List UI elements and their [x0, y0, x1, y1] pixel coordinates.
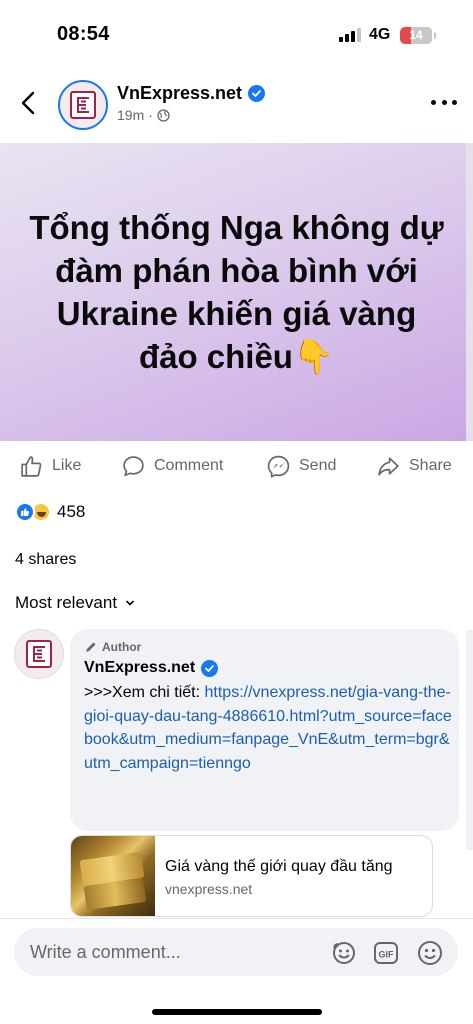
- link-domain: vnexpress.net: [165, 881, 253, 897]
- post-image[interactable]: Tổng thống Nga không dự đàm phán hòa bìn…: [0, 143, 473, 441]
- author-badge: Author: [84, 640, 141, 654]
- share-label: Share: [409, 457, 452, 474]
- gutter: [466, 143, 473, 441]
- send-label: Send: [299, 457, 337, 474]
- gif-icon[interactable]: GIF: [372, 939, 400, 967]
- comment-button[interactable]: Comment: [121, 448, 223, 484]
- gutter: [466, 630, 473, 850]
- emoji-icon[interactable]: [416, 939, 444, 967]
- post-image-text: Tổng thống Nga không dự đàm phán hòa bìn…: [29, 209, 444, 375]
- meta-separator: ·: [148, 107, 153, 123]
- home-indicator: [152, 1009, 322, 1015]
- verified-icon: [201, 659, 219, 677]
- like-reaction-icon: [15, 502, 35, 522]
- comment-author-name: VnExpress.net: [84, 659, 196, 676]
- pencil-icon: [86, 642, 96, 652]
- comment-input[interactable]: Write a comment... GIF: [14, 928, 458, 976]
- post-time: 19m: [117, 107, 145, 123]
- link-preview-card[interactable]: Giá vàng thế giới quay đầu tăng vnexpres…: [70, 835, 433, 917]
- comment-text: >>>Xem chi tiết: https://vnexpress.net/g…: [84, 681, 452, 775]
- vnexpress-logo: [26, 640, 52, 668]
- gold-bars-thumbnail: [71, 836, 155, 916]
- comment-avatar[interactable]: [14, 629, 64, 679]
- send-button[interactable]: Send: [266, 448, 336, 484]
- comment-bubble: Author VnExpress.net >>>Xem chi tiết: ht…: [70, 629, 459, 831]
- battery-icon: 14: [400, 27, 436, 44]
- comment-icon: [123, 455, 144, 476]
- avatar-sticker-icon[interactable]: [330, 939, 358, 967]
- author-tag-label: Author: [102, 640, 142, 654]
- verified-icon: [248, 85, 266, 102]
- battery-level: 14: [409, 28, 423, 42]
- vnexpress-logo: [70, 91, 96, 119]
- link-title: Giá vàng thế giới quay đầu tăng: [165, 858, 393, 875]
- like-icon: [21, 455, 42, 477]
- comment-prefix: >>>Xem chi tiết:: [84, 684, 205, 701]
- reactions-summary[interactable]: 458: [15, 502, 85, 522]
- page-avatar[interactable]: [58, 80, 108, 130]
- like-button[interactable]: Like: [19, 448, 81, 484]
- send-icon: [267, 455, 290, 478]
- post-actions: Like Comment Send Share: [0, 448, 473, 484]
- comment-sort-dropdown[interactable]: Most relevant: [15, 593, 135, 613]
- back-button[interactable]: [14, 88, 44, 118]
- signal-icon: [339, 28, 363, 42]
- share-icon: [378, 456, 399, 476]
- like-label: Like: [52, 457, 82, 474]
- network-type: 4G: [369, 26, 391, 43]
- comment-placeholder: Write a comment...: [30, 942, 181, 962]
- comment-author[interactable]: VnExpress.net: [84, 659, 219, 677]
- status-bar: 08:54 4G 14: [0, 0, 473, 70]
- page-name-text: VnExpress.net: [117, 83, 243, 103]
- more-icon[interactable]: [431, 100, 457, 108]
- share-count[interactable]: 4 shares: [15, 551, 76, 569]
- page-name[interactable]: VnExpress.net: [117, 83, 266, 104]
- share-button[interactable]: Share: [376, 448, 452, 484]
- comment-label: Comment: [154, 457, 224, 474]
- chevron-down-icon: [126, 600, 134, 606]
- reaction-count: 458: [57, 502, 86, 521]
- post-meta: 19m ·: [117, 107, 170, 123]
- back-icon: [21, 91, 35, 115]
- status-time: 08:54: [57, 23, 110, 45]
- svg-text:GIF: GIF: [379, 950, 395, 960]
- globe-icon: [157, 108, 170, 122]
- sort-label: Most relevant: [15, 593, 118, 612]
